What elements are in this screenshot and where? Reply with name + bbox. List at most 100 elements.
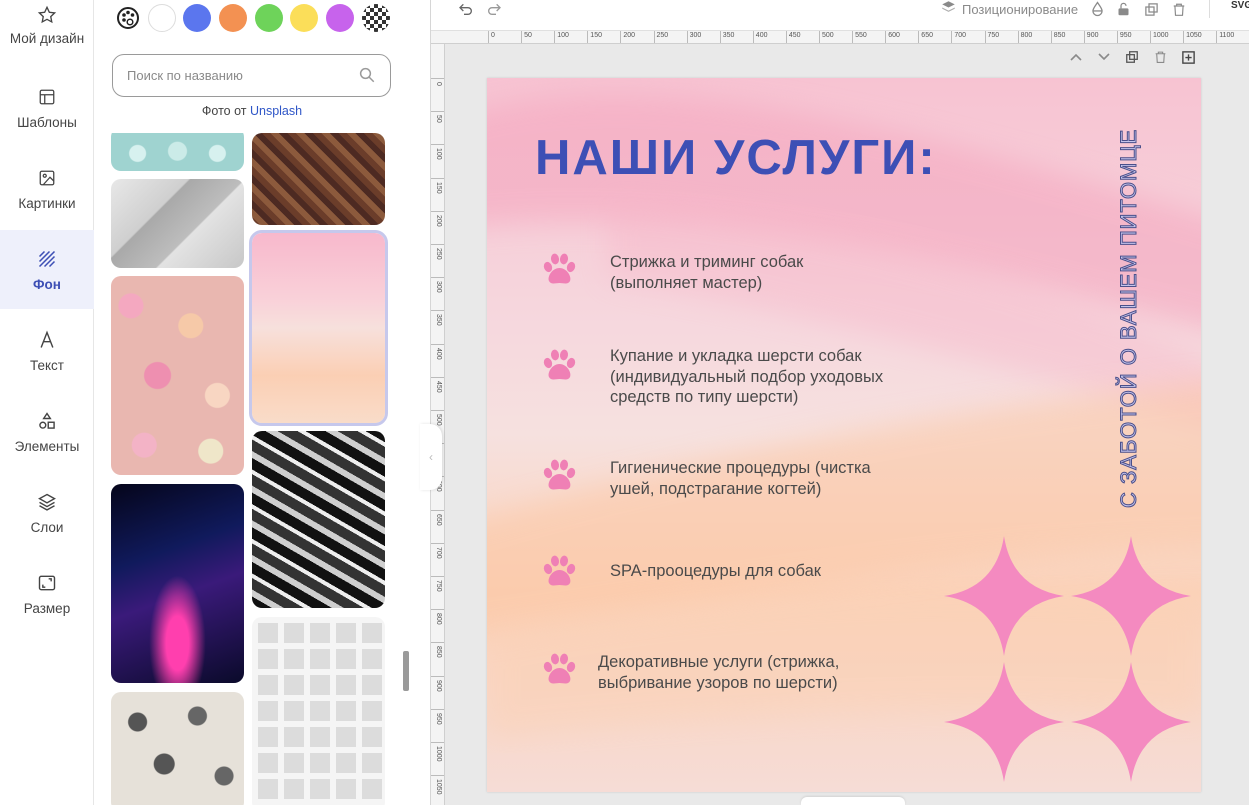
- resize-icon: [36, 572, 58, 594]
- nav-item-templates[interactable]: Шаблоны: [0, 81, 94, 161]
- nav-item-my-design[interactable]: Мой дизайн: [0, 0, 94, 80]
- ruler-tick-line: [521, 31, 523, 43]
- color-swatch-yellow[interactable]: [290, 4, 318, 32]
- photo-credit: Фото от Unsplash: [94, 104, 410, 118]
- transparent-swatch-icon[interactable]: [362, 4, 390, 32]
- ruler-tick-line: [554, 31, 556, 43]
- thumbnail-ornament[interactable]: [252, 133, 385, 225]
- paw-icon: [539, 552, 579, 592]
- nav-label: Размер: [23, 601, 71, 616]
- collapse-panel-handle[interactable]: ‹: [420, 424, 442, 490]
- unlock-icon[interactable]: [1115, 0, 1131, 18]
- ruler-tick-line: [431, 642, 444, 644]
- color-swatch-orange[interactable]: [219, 4, 247, 32]
- chevron-left-icon: ‹: [429, 450, 433, 464]
- ruler-tick-line: [431, 277, 444, 279]
- ruler-tick-line: [653, 31, 655, 43]
- nav-label: Шаблоны: [17, 115, 77, 130]
- paw-icon: [539, 456, 579, 496]
- chevron-up-icon[interactable]: [1067, 48, 1085, 66]
- ruler-tick-line: [431, 742, 444, 743]
- ruler-tick-line: [719, 31, 721, 43]
- ruler-tick: 100: [557, 32, 569, 39]
- nav-item-resize[interactable]: Размер: [0, 567, 94, 647]
- positioning-button[interactable]: Позиционирование: [941, 0, 1078, 18]
- nav-item-text[interactable]: Текст: [0, 324, 94, 404]
- thumbnail-neon-lines[interactable]: [111, 484, 244, 683]
- ruler-tick: 900: [1086, 32, 1099, 39]
- vertical-tagline-text: С ЗАБОТОЙ О ВАШЕМ ПИТОМЦЕ: [1116, 128, 1142, 508]
- nav-label: Элементы: [14, 439, 80, 454]
- nav-item-layers[interactable]: Слои: [0, 486, 94, 566]
- chevron-down-icon[interactable]: [1095, 48, 1113, 66]
- thumbnail-roses[interactable]: [111, 276, 244, 475]
- ruler-tick-line: [587, 31, 589, 43]
- ruler-tick-line: [431, 376, 444, 378]
- nav-item-background[interactable]: Фон: [0, 230, 94, 309]
- ruler-tick-line: [431, 244, 444, 245]
- unsplash-link[interactable]: Unsplash: [250, 104, 302, 118]
- ruler-tick: 400: [435, 347, 442, 360]
- service-text: SPA-прооцедуры для собак: [610, 562, 821, 580]
- layers-icon: [941, 0, 956, 18]
- vertical-tagline[interactable]: С ЗАБОТОЙ О ВАШЕМ ПИТОМЦЕ: [1116, 88, 1146, 508]
- thumbnail-pink-peach-selected[interactable]: [249, 230, 388, 426]
- delete-page-icon[interactable]: [1151, 48, 1169, 66]
- ruler-tick: 750: [435, 580, 442, 592]
- add-page-icon[interactable]: [1179, 48, 1197, 66]
- background-icon: [36, 248, 58, 270]
- ruler-tick: 850: [435, 646, 442, 659]
- nav-label: Текст: [30, 358, 64, 373]
- bottom-pages-tab[interactable]: [801, 797, 905, 805]
- decorative-stars[interactable]: [935, 526, 1201, 792]
- thumbnail-black-white-texture[interactable]: [252, 431, 385, 608]
- search-input[interactable]: [112, 54, 391, 97]
- design-canvas[interactable]: НАШИ УСЛУГИ: Стрижка и триминг собак (вы…: [487, 78, 1201, 792]
- credit-prefix: Фото от: [201, 104, 247, 118]
- duplicate-icon[interactable]: [1143, 0, 1159, 18]
- trash-icon[interactable]: [1171, 0, 1187, 18]
- background-thumbnails: [94, 133, 410, 805]
- ruler-tick-line: [431, 576, 444, 577]
- shapes-icon: [36, 410, 58, 432]
- page-controls: [1067, 48, 1197, 66]
- ruler-tick-line: [852, 31, 854, 43]
- palette-icon[interactable]: [114, 4, 142, 32]
- ruler-tick: 200: [435, 214, 442, 227]
- ruler-tick: 900: [435, 679, 442, 692]
- service-text: Стрижка и триминг собак (выполняет масте…: [610, 253, 804, 292]
- ruler-tick-line: [785, 31, 787, 43]
- undo-icon[interactable]: [457, 0, 475, 18]
- ruler-tick: 700: [435, 546, 442, 559]
- thumbnail-white-grid[interactable]: [252, 617, 385, 805]
- ruler-tick-line: [951, 31, 953, 43]
- nav-label: Слои: [30, 520, 64, 535]
- ruler-tick: 650: [435, 513, 442, 526]
- ruler-tick: 600: [888, 32, 900, 39]
- search-icon[interactable]: [358, 66, 376, 84]
- paw-icon: [539, 650, 579, 690]
- opacity-drop-icon[interactable]: [1089, 0, 1105, 18]
- color-swatch-green[interactable]: [255, 4, 283, 32]
- thumbnail-floral-pattern[interactable]: [111, 692, 244, 805]
- ruler-tick: 550: [855, 32, 867, 39]
- redo-icon[interactable]: [485, 0, 503, 18]
- ruler-tick: 50: [524, 32, 532, 39]
- panel-scrollbar[interactable]: [403, 651, 409, 691]
- template-icon: [36, 86, 58, 108]
- text-icon: [36, 329, 58, 351]
- nav-item-elements[interactable]: Элементы: [0, 405, 94, 485]
- color-swatch-purple[interactable]: [326, 4, 354, 32]
- ruler-tick: 350: [722, 32, 735, 39]
- export-svg-button[interactable]: SVG: [1231, 0, 1249, 11]
- thumbnail-teal-balls[interactable]: [111, 133, 244, 171]
- workspace: Позиционирование SVG 0 50 100 150 200 250 300 3…: [430, 0, 1249, 805]
- ruler-tick: 0: [491, 32, 495, 39]
- duplicate-page-icon[interactable]: [1123, 48, 1141, 66]
- thumbnail-grey-geometry[interactable]: [111, 179, 244, 268]
- ruler-tick: 0: [435, 82, 442, 86]
- headline-text[interactable]: НАШИ УСЛУГИ:: [535, 130, 937, 186]
- ruler-tick: 500: [435, 414, 442, 426]
- color-swatch-white[interactable]: [148, 4, 176, 32]
- color-swatch-blue[interactable]: [183, 4, 211, 32]
